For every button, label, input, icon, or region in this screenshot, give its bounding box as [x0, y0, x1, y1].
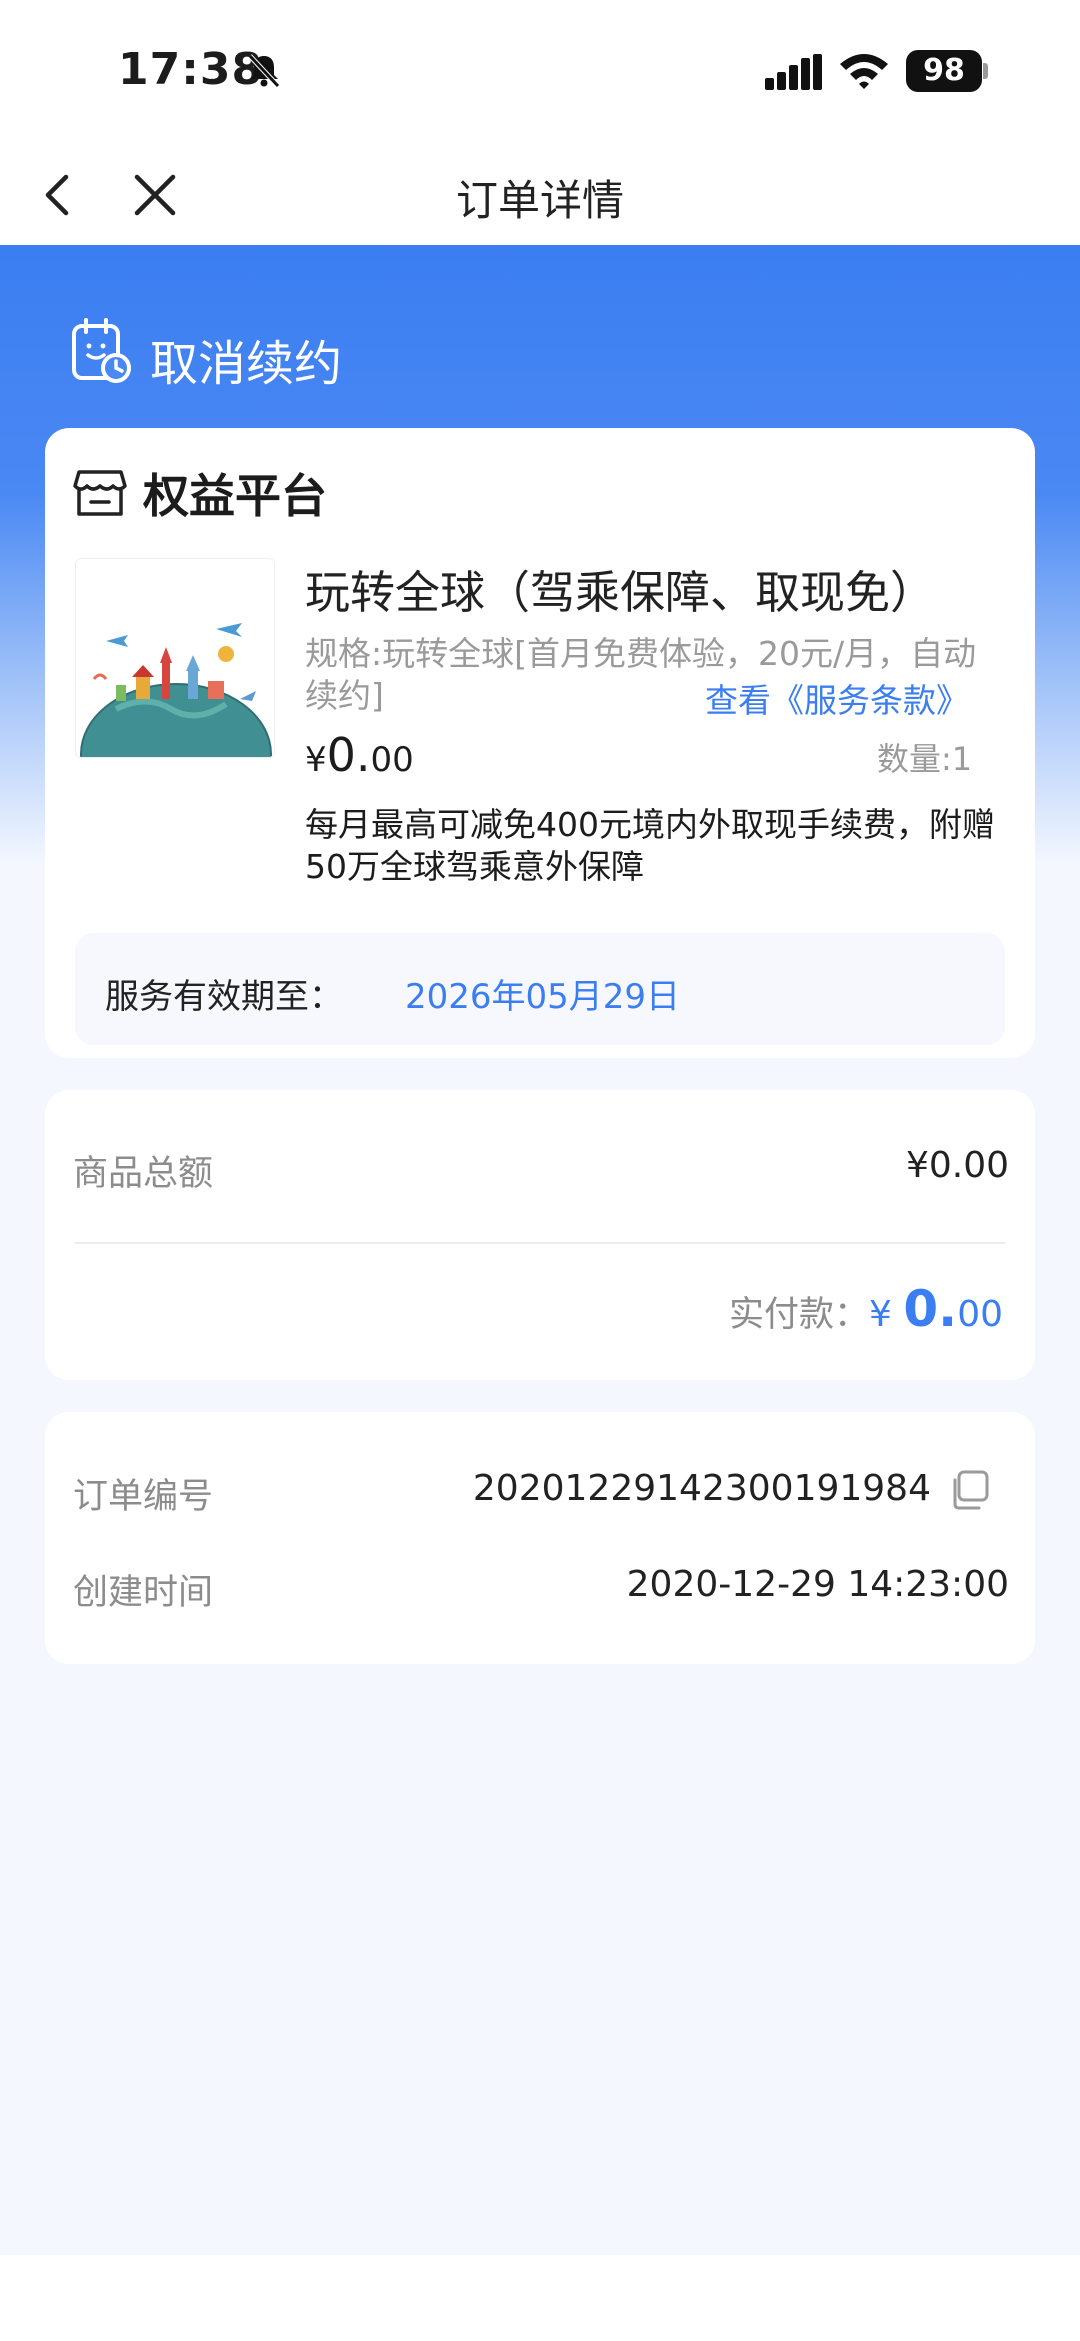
paid-row: 实付款：¥ 0.00 — [729, 1280, 1003, 1338]
store-name: 权益平台 — [143, 469, 327, 523]
cancel-renewal-label: 取消续约 — [150, 336, 343, 392]
goods-total-label: 商品总额 — [73, 1154, 214, 1194]
price-integer: 0. — [326, 728, 371, 782]
validity-date: 2026年05月29日 — [405, 977, 681, 1017]
created-time-value: 2020-12-29 14:23:00 — [626, 1564, 1009, 1605]
divider — [75, 1242, 1005, 1244]
wifi-icon — [840, 54, 888, 89]
product-title: 玩转全球（驾乘保障、取现免） — [305, 566, 936, 619]
status-time: 17:38 — [118, 44, 264, 95]
price-decimal: 00 — [370, 740, 414, 780]
bell-mute-icon — [248, 54, 280, 88]
service-terms-link[interactable]: 查看《服务条款》 — [705, 674, 969, 722]
paid-decimal: 00 — [957, 1294, 1003, 1335]
price-symbol: ¥ — [305, 740, 327, 780]
calendar-clock-icon — [72, 318, 131, 383]
globe-travel-image — [76, 559, 274, 757]
paid-symbol: ¥ — [869, 1294, 904, 1335]
page-title: 订单详情 — [455, 176, 624, 225]
totals-card: 商品总额 ¥0.00 实付款：¥ 0.00 — [45, 1090, 1035, 1380]
bottom-bar — [0, 2255, 1080, 2341]
store-icon — [73, 470, 127, 516]
order-number-value: 20201229142300191984 — [472, 1468, 931, 1509]
validity-box: 服务有效期至： 2026年05月29日 — [75, 933, 1005, 1045]
validity-label: 服务有效期至： — [105, 977, 343, 1017]
product-card: 权益平台 玩转全球（驾乘保障、取现免） 规格:玩转全球[首月免费体验，20元/月… — [45, 428, 1035, 1058]
product-description: 每月最高可减免400元境内外取现手续费，附赠50万全球驾乘意外保障 — [305, 805, 995, 886]
created-time-label: 创建时间 — [73, 1573, 214, 1613]
goods-total-value: ¥0.00 — [905, 1145, 1009, 1186]
paid-label: 实付款： — [729, 1295, 870, 1335]
battery-indicator: 98 — [906, 50, 982, 92]
order-number-label: 订单编号 — [73, 1477, 214, 1517]
product-quantity: 数量:1 — [877, 740, 973, 778]
copy-icon[interactable] — [947, 1468, 991, 1512]
order-info-card: 订单编号 20201229142300191984 创建时间 2020-12-2… — [45, 1412, 1035, 1664]
signal-icon — [765, 54, 822, 90]
paid-integer: 0. — [903, 1280, 958, 1338]
product-thumbnail[interactable] — [75, 558, 275, 758]
status-bar: 17:38 98 — [0, 0, 1080, 145]
battery-tip — [983, 63, 988, 79]
nav-bar: 订单详情 — [0, 145, 1080, 245]
product-price: ¥0.00 — [305, 728, 414, 782]
paid-value: ¥ 0.00 — [869, 1280, 1003, 1338]
